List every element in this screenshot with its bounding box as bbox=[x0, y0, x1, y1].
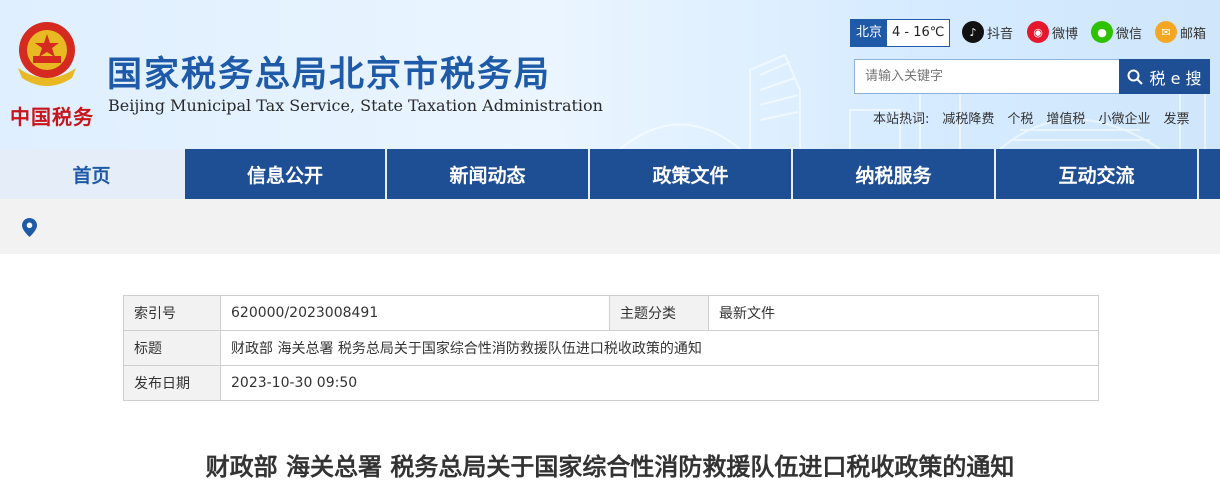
search-input[interactable] bbox=[854, 59, 1119, 94]
social-weibo[interactable]: ◉ 微博 bbox=[1027, 18, 1078, 46]
meta-index-value: 620000/2023008491 bbox=[220, 295, 610, 331]
meta-title-value: 财政部 海关总署 税务总局关于国家综合性消防救援队伍进口税收政策的通知 bbox=[220, 330, 1099, 366]
nav-item-tax-service[interactable]: 纳税服务 bbox=[793, 149, 996, 199]
hot-word-link[interactable]: 增值税 bbox=[1046, 108, 1085, 127]
meta-topic-label: 主题分类 bbox=[609, 295, 709, 331]
hot-words: 本站热词: 减税降费 个税 增值税 小微企业 发票 bbox=[873, 108, 1189, 127]
meta-topic-value: 最新文件 bbox=[708, 295, 1099, 331]
hot-word-link[interactable]: 减税降费 bbox=[942, 108, 994, 127]
social-wechat[interactable]: ● 微信 bbox=[1091, 18, 1142, 46]
document-meta-table: 索引号 620000/2023008491 主题分类 最新文件 标题 财政部 海… bbox=[123, 295, 1099, 401]
social-mail[interactable]: ✉ 邮箱 bbox=[1155, 18, 1206, 46]
meta-date-value: 2023-10-30 09:50 bbox=[220, 365, 1099, 401]
mail-icon: ✉ bbox=[1155, 21, 1177, 43]
meta-index-label: 索引号 bbox=[123, 295, 221, 331]
site-title[interactable]: 国家税务总局北京市税务局 bbox=[107, 46, 551, 97]
douyin-icon: ♪ bbox=[962, 21, 984, 43]
nav-item-policy[interactable]: 政策文件 bbox=[590, 149, 793, 199]
emblem-calligraphy-text: 中国税务 bbox=[10, 105, 94, 129]
search-icon bbox=[1127, 69, 1144, 85]
site-subtitle: Beijing Municipal Tax Service, State Tax… bbox=[108, 96, 603, 115]
location-pin-icon bbox=[22, 218, 37, 237]
table-row: 发布日期 2023-10-30 09:50 bbox=[123, 365, 1099, 401]
nav-item-home[interactable]: 首页 bbox=[0, 149, 185, 199]
hot-word-link[interactable]: 小微企业 bbox=[1098, 108, 1150, 127]
social-wechat-label: 微信 bbox=[1116, 26, 1143, 42]
weibo-icon: ◉ bbox=[1027, 21, 1049, 43]
meta-title-label: 标题 bbox=[123, 330, 221, 366]
site-header: 中国税务 国家税务总局北京市税务局 Beijing Municipal Tax … bbox=[0, 0, 1220, 149]
meta-date-label: 发布日期 bbox=[123, 365, 221, 401]
document-title: 财政部 海关总署 税务总局关于国家综合性消防救援队伍进口税收政策的通知 bbox=[205, 453, 1015, 481]
social-douyin[interactable]: ♪ 抖音 bbox=[962, 18, 1013, 46]
nav-item-info-disclosure[interactable]: 信息公开 bbox=[185, 149, 387, 199]
national-emblem-icon bbox=[18, 22, 76, 86]
table-row: 标题 财政部 海关总署 税务总局关于国家综合性消防救援队伍进口税收政策的通知 bbox=[123, 330, 1099, 366]
social-weibo-label: 微博 bbox=[1052, 26, 1079, 42]
search-button[interactable]: 税 e 搜 bbox=[1119, 59, 1210, 94]
breadcrumb bbox=[0, 199, 1220, 254]
weather-city: 北京 bbox=[851, 20, 888, 46]
social-douyin-label: 抖音 bbox=[987, 26, 1014, 42]
weather-temp: 4 - 16℃ bbox=[887, 20, 950, 46]
weather-widget: 北京 4 - 16℃ bbox=[850, 19, 951, 47]
nav-item-news[interactable]: 新闻动态 bbox=[387, 149, 590, 199]
main-nav: 首页 信息公开 新闻动态 政策文件 纳税服务 互动交流 bbox=[0, 149, 1220, 199]
wechat-icon: ● bbox=[1091, 21, 1113, 43]
search-button-label: 税 e 搜 bbox=[1149, 68, 1202, 88]
hot-word-link[interactable]: 个税 bbox=[1007, 108, 1033, 127]
hot-word-link[interactable]: 发票 bbox=[1163, 108, 1189, 127]
nav-item-interaction[interactable]: 互动交流 bbox=[996, 149, 1199, 199]
table-row: 索引号 620000/2023008491 主题分类 最新文件 bbox=[123, 295, 1099, 331]
search-bar: 税 e 搜 bbox=[854, 59, 1210, 94]
hot-words-label: 本站热词: bbox=[873, 112, 930, 127]
social-mail-label: 邮箱 bbox=[1180, 26, 1207, 42]
